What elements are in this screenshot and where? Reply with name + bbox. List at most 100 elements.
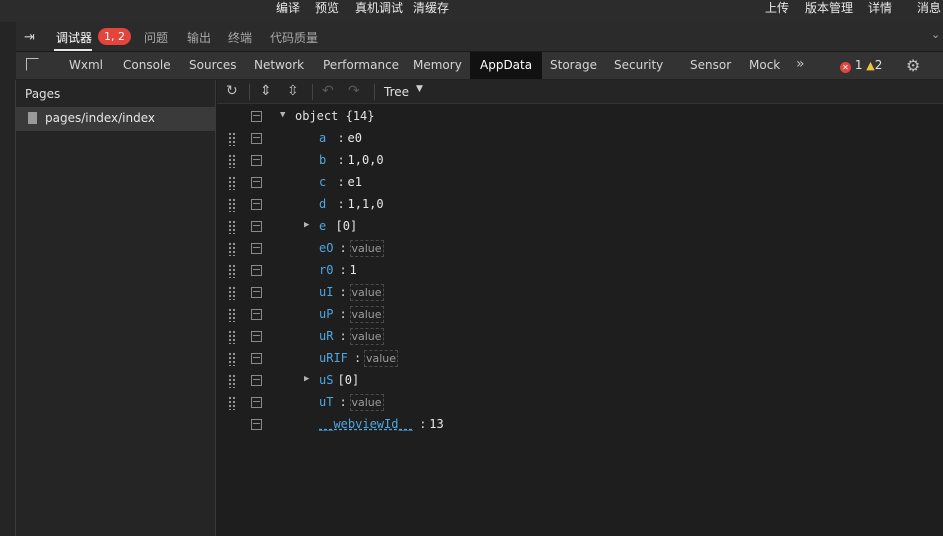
value-input[interactable]: value <box>349 328 384 345</box>
tree-row[interactable]: __webviewId__:13 <box>217 414 943 436</box>
collapsed-arrow-icon[interactable]: ▶ <box>304 374 309 384</box>
tree-row[interactable]: c: e1 <box>217 172 943 194</box>
remote-debug-button[interactable]: 真机调试 <box>355 0 403 22</box>
tab-storage[interactable]: Storage <box>540 52 607 79</box>
collapse-box-icon[interactable] <box>251 133 262 144</box>
tab-security[interactable]: Security <box>604 52 673 79</box>
drag-handle-icon[interactable] <box>228 176 236 190</box>
tab-terminal[interactable]: 终端 <box>228 29 252 46</box>
collapse-all-icon[interactable]: ⇳ <box>287 83 299 99</box>
tree-row[interactable]: uI: value <box>217 282 943 304</box>
tree-row[interactable]: ▶ uS [0] <box>217 370 943 392</box>
collapse-box-icon[interactable] <box>251 155 262 166</box>
page-item[interactable]: pages/index/index <box>16 107 216 131</box>
tree-value[interactable]: e0 <box>348 131 362 145</box>
value-input[interactable]: value <box>349 284 384 301</box>
tab-output[interactable]: 输出 <box>187 29 211 46</box>
value-input[interactable]: value <box>349 394 384 411</box>
details-button[interactable]: 详情 <box>868 0 892 22</box>
compile-button[interactable]: 编译 <box>276 0 300 22</box>
collapse-box-icon[interactable] <box>251 111 262 122</box>
value-input[interactable]: value <box>349 240 384 257</box>
collapse-box-icon[interactable] <box>251 309 262 320</box>
gear-icon[interactable]: ⚙ <box>906 56 920 75</box>
upload-button[interactable]: 上传 <box>765 0 789 22</box>
tree-row[interactable]: b:1,0,0 <box>217 150 943 172</box>
view-mode-select[interactable]: Tree <box>384 85 409 99</box>
chevron-down-icon[interactable]: ▼ <box>416 84 423 94</box>
tab-console[interactable]: Console <box>113 52 181 79</box>
tree-row[interactable]: d:1,1,0 <box>217 194 943 216</box>
collapse-box-icon[interactable] <box>251 221 262 232</box>
tree-row[interactable]: r0:1 <box>217 260 943 282</box>
drag-handle-icon[interactable] <box>228 242 236 256</box>
tab-issues[interactable]: 问题 <box>144 29 168 46</box>
collapse-box-icon[interactable] <box>251 375 262 386</box>
drag-handle-icon[interactable] <box>228 220 236 234</box>
tab-sources[interactable]: Sources <box>179 52 246 79</box>
tab-memory[interactable]: Memory <box>403 52 472 79</box>
collapse-box-icon[interactable] <box>251 353 262 364</box>
collapsed-arrow-icon[interactable]: ▶ <box>304 220 309 230</box>
tree-value[interactable]: 13 <box>429 417 443 431</box>
tab-performance[interactable]: Performance <box>313 52 409 79</box>
tab-debugger[interactable]: 调试器 <box>56 29 92 46</box>
collapse-box-icon[interactable] <box>251 331 262 342</box>
collapse-box-icon[interactable] <box>251 265 262 276</box>
preview-button[interactable]: 预览 <box>315 0 339 22</box>
tree-value[interactable]: [0] <box>336 219 358 233</box>
tree-value[interactable]: 1 <box>350 263 357 277</box>
tab-code-quality[interactable]: 代码质量 <box>270 29 318 46</box>
tree-value[interactable]: 1,0,0 <box>348 153 384 167</box>
undo-icon[interactable]: ↶ <box>322 83 334 99</box>
tab-sensor[interactable]: Sensor <box>680 52 741 79</box>
tree-row[interactable]: uP: value <box>217 304 943 326</box>
collapse-box-icon[interactable] <box>251 419 262 430</box>
value-input[interactable]: value <box>349 306 384 323</box>
collapse-box-icon[interactable] <box>251 397 262 408</box>
clear-cache-button[interactable]: 清缓存 <box>413 0 449 22</box>
key-value-separator: : <box>339 307 347 321</box>
tree-root-row[interactable]: ▼ object {14} <box>217 106 943 128</box>
drag-handle-icon[interactable] <box>228 308 236 322</box>
page-item-label: pages/index/index <box>45 111 155 125</box>
drag-handle-icon[interactable] <box>228 154 236 168</box>
tree-row[interactable]: uRIF: value <box>217 348 943 370</box>
drag-handle-icon[interactable] <box>228 198 236 212</box>
tree-row[interactable]: uT: value <box>217 392 943 414</box>
tab-appdata[interactable]: AppData <box>470 52 543 79</box>
redo-icon[interactable]: ↷ <box>348 83 360 99</box>
tree-row[interactable]: ▶ e [0] <box>217 216 943 238</box>
drag-handle-icon[interactable] <box>228 264 236 278</box>
expand-all-icon[interactable]: ⇕ <box>260 83 272 99</box>
tree-row[interactable]: uR: value <box>217 326 943 348</box>
inspect-element-icon[interactable] <box>26 58 39 71</box>
collapse-box-icon[interactable] <box>251 177 262 188</box>
drag-handle-icon[interactable] <box>228 396 236 410</box>
tab-network[interactable]: Network <box>244 52 314 79</box>
drag-handle-icon[interactable] <box>228 374 236 388</box>
more-tabs-icon[interactable]: » <box>796 56 805 72</box>
tree-row[interactable]: eO: value <box>217 238 943 260</box>
drag-handle-icon[interactable] <box>228 132 236 146</box>
tree-value[interactable]: [0] <box>338 373 360 387</box>
tab-mock[interactable]: Mock <box>739 52 790 79</box>
expanded-arrow-icon[interactable]: ▼ <box>280 110 285 120</box>
drag-handle-icon[interactable] <box>228 286 236 300</box>
drag-handle-icon[interactable] <box>228 330 236 344</box>
tree-value[interactable]: 1,1,0 <box>348 197 384 211</box>
collapse-box-icon[interactable] <box>251 199 262 210</box>
collapse-box-icon[interactable] <box>251 243 262 254</box>
error-warning-counter[interactable]: ✕ 1 ▲2 <box>840 58 882 73</box>
drag-handle-icon[interactable] <box>228 352 236 366</box>
messages-button[interactable]: 消息 <box>917 0 941 22</box>
value-input[interactable]: value <box>364 350 399 367</box>
chevron-down-icon[interactable]: ⌄ <box>931 28 940 41</box>
tab-wxml[interactable]: Wxml <box>59 52 113 79</box>
tree-row[interactable]: a: e0 <box>217 128 943 150</box>
dock-toggle-icon[interactable]: ⇥ <box>24 30 35 45</box>
refresh-icon[interactable]: ↻ <box>226 83 238 99</box>
collapse-box-icon[interactable] <box>251 287 262 298</box>
tree-value[interactable]: e1 <box>348 175 362 189</box>
version-management-button[interactable]: 版本管理 <box>805 0 853 22</box>
